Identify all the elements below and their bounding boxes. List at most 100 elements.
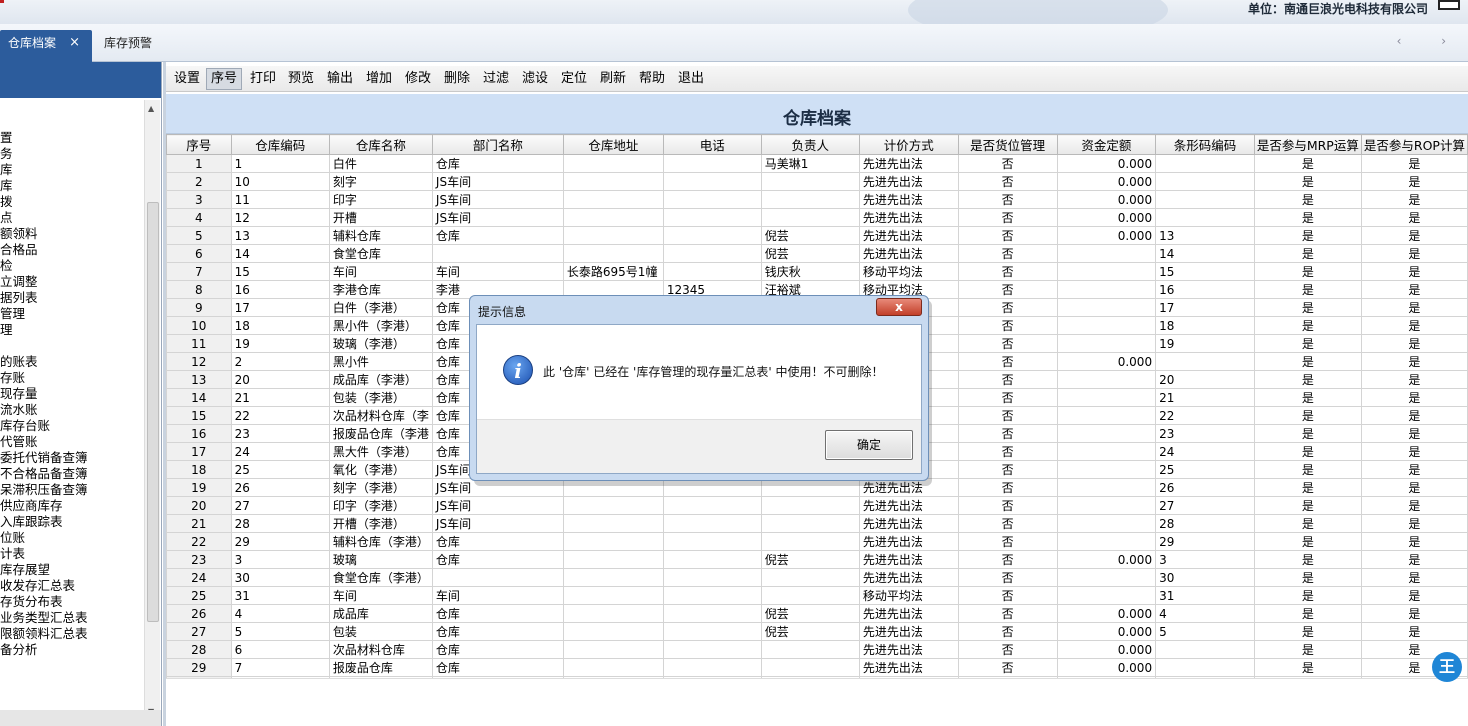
tab-scroll-arrows-icon[interactable]: ‹ › — [1397, 34, 1464, 48]
table-cell[interactable]: 15 — [230, 262, 330, 281]
table-cell[interactable]: 否 — [957, 154, 1058, 173]
column-header[interactable]: 负责人 — [760, 134, 860, 155]
sidebar-item[interactable]: 业务类型汇总表 — [0, 610, 144, 626]
table-cell[interactable] — [1056, 442, 1157, 461]
table-cell[interactable]: 18 — [1155, 316, 1255, 335]
table-cell[interactable]: 报废品仓库 — [328, 658, 433, 677]
table-cell[interactable]: 5 — [1155, 622, 1255, 641]
table-cell[interactable]: 是 — [1253, 460, 1362, 479]
table-cell[interactable]: 次品材料仓库 — [328, 640, 433, 659]
table-cell[interactable]: 是 — [1360, 604, 1468, 623]
table-cell[interactable]: 倪芸 — [760, 550, 860, 569]
table-cell[interactable]: 否 — [957, 568, 1058, 587]
table-cell[interactable]: 1 — [166, 154, 232, 173]
sidebar-item[interactable]: 委托代销备查簿 — [0, 450, 144, 466]
table-cell[interactable]: 3 — [1155, 550, 1255, 569]
table-row[interactable]: 24 30 食堂仓库（李港） 先进先出法否 30 是是 — [166, 568, 1468, 587]
table-cell[interactable]: 是 — [1253, 370, 1362, 389]
table-cell[interactable] — [1155, 190, 1255, 209]
table-cell[interactable] — [562, 640, 664, 659]
sidebar-item[interactable]: 据列表 — [0, 290, 144, 306]
table-cell[interactable]: 5 — [230, 622, 330, 641]
table-cell[interactable]: 先进先出法 — [858, 496, 959, 515]
table-cell[interactable]: 是 — [1360, 316, 1468, 335]
table-cell[interactable] — [1155, 208, 1255, 227]
table-row[interactable]: 23 3 玻璃 仓库 倪芸 先进先出法否 0.000 3 是是 — [166, 550, 1468, 569]
sidebar-item[interactable]: 代管账 — [0, 434, 144, 450]
table-cell[interactable]: 26 — [166, 604, 232, 623]
sidebar-item[interactable]: 存货分布表 — [0, 594, 144, 610]
table-cell[interactable] — [1056, 388, 1157, 407]
table-cell[interactable]: 开槽 — [328, 208, 433, 227]
table-cell[interactable]: 先进先出法 — [858, 640, 959, 659]
table-cell[interactable]: 是 — [1253, 442, 1362, 461]
table-cell[interactable]: 是 — [1253, 298, 1362, 317]
ok-button[interactable]: 确定 — [825, 430, 913, 460]
table-cell[interactable]: 13 — [230, 226, 330, 245]
table-cell[interactable] — [1056, 298, 1157, 317]
table-cell[interactable] — [1056, 406, 1157, 425]
table-cell[interactable] — [562, 496, 664, 515]
table-cell[interactable]: 否 — [957, 532, 1058, 551]
table-cell[interactable]: 1 — [230, 154, 330, 173]
table-cell[interactable]: 否 — [957, 334, 1058, 353]
table-cell[interactable]: 先进先出法 — [858, 208, 959, 227]
table-cell[interactable]: 23 — [230, 424, 330, 443]
table-cell[interactable]: 否 — [957, 478, 1058, 497]
table-cell[interactable]: 长泰路695号1幢 — [562, 262, 664, 281]
table-cell[interactable] — [760, 568, 860, 587]
table-cell[interactable]: 是 — [1360, 460, 1468, 479]
table-cell[interactable]: 钱庆秋 — [760, 262, 860, 281]
table-cell[interactable] — [760, 586, 860, 605]
table-cell[interactable] — [1056, 586, 1157, 605]
table-row[interactable]: 20 27 印字（李港） JS车间 先进先出法否 27 是是 — [166, 496, 1468, 515]
table-cell[interactable]: 仓库 — [431, 604, 564, 623]
sidebar-item[interactable]: 库存展望 — [0, 562, 144, 578]
table-cell[interactable]: 是 — [1253, 352, 1362, 371]
table-cell[interactable]: 是 — [1253, 388, 1362, 407]
table-cell[interactable]: 仓库 — [431, 658, 564, 677]
table-cell[interactable]: 是 — [1253, 568, 1362, 587]
table-cell[interactable]: 4 — [230, 604, 330, 623]
table-cell[interactable] — [662, 190, 762, 209]
table-cell[interactable]: 17 — [166, 442, 232, 461]
table-cell[interactable]: 3 — [166, 190, 232, 209]
table-cell[interactable]: 10 — [166, 316, 232, 335]
toolbar-button[interactable]: 序号 — [206, 68, 243, 90]
table-cell[interactable]: 移动平均法 — [858, 262, 959, 281]
table-cell[interactable] — [760, 496, 860, 515]
table-cell[interactable]: 否 — [957, 244, 1058, 263]
table-cell[interactable]: 否 — [957, 442, 1058, 461]
sidebar-item[interactable]: 位账 — [0, 530, 144, 546]
table-cell[interactable]: JS车间 — [431, 496, 564, 515]
table-cell[interactable]: 否 — [957, 370, 1058, 389]
tab-inventory-alert[interactable]: 库存预警 — [96, 30, 160, 62]
table-cell[interactable] — [562, 190, 664, 209]
toolbar-button[interactable]: 增加 — [362, 68, 396, 90]
table-cell[interactable]: 25 — [1155, 460, 1255, 479]
table-cell[interactable]: 是 — [1253, 622, 1362, 641]
sidebar-item[interactable]: 收发存汇总表 — [0, 578, 144, 594]
table-cell[interactable]: 否 — [957, 388, 1058, 407]
table-cell[interactable]: 22 — [230, 406, 330, 425]
table-cell[interactable] — [662, 640, 762, 659]
table-cell[interactable]: 是 — [1360, 172, 1468, 191]
table-cell[interactable]: 先进先出法 — [858, 622, 959, 641]
table-cell[interactable] — [1056, 460, 1157, 479]
table-cell[interactable]: 是 — [1360, 244, 1468, 263]
table-cell[interactable] — [662, 226, 762, 245]
table-cell[interactable]: 22 — [1155, 406, 1255, 425]
table-cell[interactable]: 8 — [166, 280, 232, 299]
table-cell[interactable] — [562, 154, 664, 173]
table-cell[interactable]: 倪芸 — [760, 622, 860, 641]
table-cell[interactable]: 21 — [230, 388, 330, 407]
table-cell[interactable]: 是 — [1360, 298, 1468, 317]
user-icon[interactable] — [1438, 0, 1460, 10]
sidebar-item[interactable]: 计表 — [0, 546, 144, 562]
table-cell[interactable] — [662, 568, 762, 587]
table-cell[interactable] — [1056, 334, 1157, 353]
table-cell[interactable]: 印字 — [328, 190, 433, 209]
table-cell[interactable]: 是 — [1253, 550, 1362, 569]
table-cell[interactable]: 成品库（李港） — [328, 370, 433, 389]
table-row[interactable]: 22 29 辅料仓库（李港） 仓库 先进先出法否 29 是是 — [166, 532, 1468, 551]
